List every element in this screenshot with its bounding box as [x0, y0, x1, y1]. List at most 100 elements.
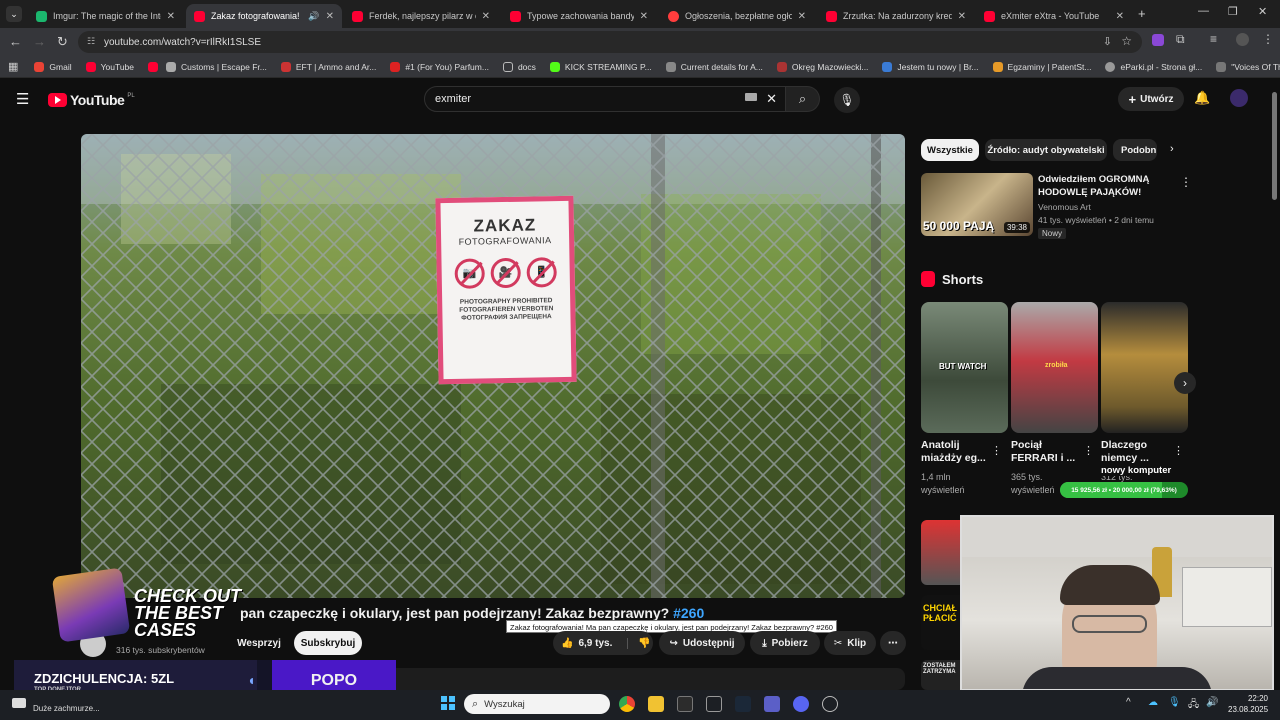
escape-from-tarkov-icon[interactable] — [706, 696, 722, 712]
close-tab-icon[interactable]: ✕ — [326, 11, 334, 22]
download-button[interactable]: ⤓ Pobierz — [750, 631, 820, 655]
discord-icon[interactable] — [793, 696, 809, 712]
shorts-next-icon[interactable]: › — [1174, 372, 1196, 394]
recommendation-thumbnail[interactable]: 50 000 PAJĄ 39:38 — [921, 173, 1033, 236]
search-input[interactable]: exmiter ✕ — [424, 86, 786, 112]
bookmark-customs[interactable]: Customs | Escape Fr... — [166, 61, 267, 72]
tab-zakaz-fotografowania[interactable]: Zakaz fotografowania! Ma p 🔊 ✕ — [186, 4, 342, 28]
recommendation-title[interactable]: Odwiedziłem OGROMNĄ HODOWLĘ PAJĄKÓW! — [1038, 173, 1176, 199]
clear-search-icon[interactable]: ✕ — [766, 91, 777, 107]
search-button[interactable]: ⌕ — [786, 86, 820, 112]
bookmark-jestem-tu-nowy[interactable]: Jestem tu nowy | Br... — [882, 61, 979, 72]
profile-avatar[interactable] — [1236, 33, 1249, 46]
taskbar-app-icon[interactable] — [677, 696, 693, 712]
close-tab-icon[interactable]: ✕ — [482, 11, 490, 22]
media-control-icon[interactable]: ≡ — [1210, 32, 1217, 46]
bookmark-eparki[interactable]: eParki.pl - Strona gł... — [1105, 61, 1202, 72]
bookmark-eft-ammo[interactable]: EFT | Ammo and Ar... — [280, 61, 376, 72]
keyboard-icon[interactable] — [745, 93, 757, 101]
bookmark-gmail[interactable]: Gmail — [34, 61, 72, 72]
chip-related[interactable]: Podobn — [1113, 139, 1157, 161]
bookmark-youtube-2[interactable] — [148, 61, 159, 72]
dislike-icon[interactable]: 👎 — [627, 637, 651, 649]
bookmark-current-details[interactable]: Current details for A... — [665, 61, 763, 72]
more-actions-button[interactable]: ⋯ — [880, 631, 906, 655]
chip-all[interactable]: Wszystkie — [921, 139, 979, 161]
steam-icon[interactable] — [735, 696, 751, 712]
tray-chevron-icon[interactable]: ^ — [1126, 697, 1131, 708]
short-title[interactable]: Anatolij miażdży eg... — [921, 439, 993, 465]
windows-start-icon[interactable] — [441, 696, 455, 710]
chrome-menu-icon[interactable]: ⋮ — [1262, 32, 1274, 46]
clip-button[interactable]: ✂ Klip — [824, 631, 876, 655]
tab-exmiter-extra[interactable]: eXmiter eXtra - YouTube ✕ — [976, 4, 1132, 28]
site-info-icon[interactable]: ☷ — [87, 36, 95, 47]
tab-typowe-zachowania[interactable]: Typowe zachowania bandyty e ✕ — [502, 4, 656, 28]
notifications-bell-icon[interactable]: 🔔 — [1194, 90, 1210, 106]
close-tab-icon[interactable]: ✕ — [167, 11, 175, 22]
close-tab-icon[interactable]: ✕ — [1116, 11, 1124, 22]
youtube-logo[interactable]: YouTube PL — [48, 92, 135, 108]
page-scrollbar[interactable] — [1272, 92, 1277, 200]
taskbar-search-input[interactable]: ⌕ Wyszukaj — [464, 694, 610, 714]
new-tab-icon[interactable]: + — [1138, 6, 1146, 21]
network-icon[interactable]: 🖧 — [1188, 697, 1199, 714]
voice-search-button[interactable]: 🎙 — [834, 87, 860, 113]
extension-icon[interactable] — [1152, 34, 1164, 46]
short-menu-icon[interactable]: ⋮ — [991, 444, 1002, 457]
chrome-taskbar-icon[interactable] — [619, 696, 635, 712]
hashtag-link[interactable]: #260 — [673, 605, 704, 621]
forward-icon[interactable]: → — [33, 34, 46, 49]
short-menu-icon[interactable]: ⋮ — [1083, 444, 1094, 457]
chip-source[interactable]: Źródło: audyt obywatelski — [985, 139, 1107, 161]
weather-text[interactable]: Duże zachmurze... — [33, 704, 100, 713]
bookmark-kick[interactable]: KICK STREAMING P... — [549, 61, 652, 72]
tab-zrzutka[interactable]: Zrzutka: Na zadurzony kredyt | ✕ — [818, 4, 974, 28]
microphone-tray-icon[interactable]: 🎙 — [1168, 697, 1181, 708]
tab-search-button[interactable]: ⌄ — [6, 6, 22, 22]
tab-imgur[interactable]: Imgur: The magic of the Interne ✕ — [28, 4, 183, 28]
settings-gear-icon[interactable] — [822, 696, 838, 712]
back-icon[interactable]: ← — [9, 34, 22, 49]
create-button[interactable]: + Utwórz — [1118, 87, 1184, 111]
short-thumbnail-2[interactable]: zrobiła — [1011, 302, 1098, 433]
subscribe-button[interactable]: Subskrybuj — [294, 631, 362, 655]
short-title[interactable]: Pociął FERRARI i ... — [1011, 439, 1083, 465]
reload-icon[interactable]: ↻ — [57, 34, 68, 50]
bookmark-parfum[interactable]: #1 (For You) Parfum... — [390, 61, 489, 72]
recommendation-menu-icon[interactable]: ⋮ — [1180, 175, 1192, 189]
volume-icon[interactable]: 🔊 — [1206, 697, 1218, 708]
url-input[interactable]: ☷ youtube.com/watch?v=rIlRkI1SLSE ⇩ ☆ — [78, 31, 1142, 53]
file-explorer-icon[interactable] — [648, 696, 664, 712]
maximize-icon[interactable]: ❐ — [1228, 5, 1238, 18]
hamburger-menu-icon[interactable]: ☰ — [16, 90, 29, 108]
close-tab-icon[interactable]: ✕ — [640, 11, 648, 22]
tab-ferdek[interactable]: Ferdek, najlepszy pilarz w całym ✕ — [344, 4, 498, 28]
install-icon[interactable]: ⇩ — [1103, 35, 1112, 48]
audio-playing-icon[interactable]: 🔊 — [308, 11, 319, 22]
bookmark-star-icon[interactable]: ☆ — [1121, 34, 1132, 48]
bookmark-egzaminy[interactable]: Egzaminy | PatentSt... — [992, 61, 1091, 72]
bookmark-youtube[interactable]: YouTube — [85, 61, 134, 72]
short-title[interactable]: Dlaczego niemcy ... — [1101, 439, 1173, 465]
account-avatar[interactable] — [1230, 89, 1248, 107]
chips-next-icon[interactable]: › — [1170, 143, 1174, 155]
like-icon[interactable]: 👍 — [561, 638, 573, 649]
close-tab-icon[interactable]: ✕ — [958, 11, 966, 22]
bookmark-okreg[interactable]: Okręg Mazowiecki... — [776, 61, 868, 72]
bookmark-voices-of-the-void[interactable]: "Voices Of The Void... — [1216, 61, 1280, 72]
extensions-puzzle-icon[interactable]: ⧉ — [1176, 32, 1185, 47]
short-thumbnail-3[interactable] — [1101, 302, 1188, 433]
teams-icon[interactable] — [764, 696, 780, 712]
close-window-icon[interactable]: ✕ — [1258, 5, 1267, 18]
recommendation-channel[interactable]: Venomous Art — [1038, 202, 1091, 212]
share-button[interactable]: ↪ Udostępnij — [659, 631, 745, 655]
bookmark-docs[interactable]: docs — [502, 61, 536, 72]
recommendation-thumbnail-3[interactable]: CHCIAŁ PŁACIĆ — [921, 595, 961, 650]
minimize-icon[interactable]: — — [1198, 5, 1209, 17]
short-menu-icon[interactable]: ⋮ — [1173, 444, 1184, 457]
recommendation-thumbnail-2[interactable] — [921, 520, 961, 585]
recommendation-thumbnail-4[interactable]: ZOSTAŁEM ZATRZYMA — [921, 660, 961, 690]
close-tab-icon[interactable]: ✕ — [798, 11, 806, 22]
tab-ogloszenia[interactable]: Ogłoszenia, bezpłatne ogłoszen ✕ — [660, 4, 814, 28]
